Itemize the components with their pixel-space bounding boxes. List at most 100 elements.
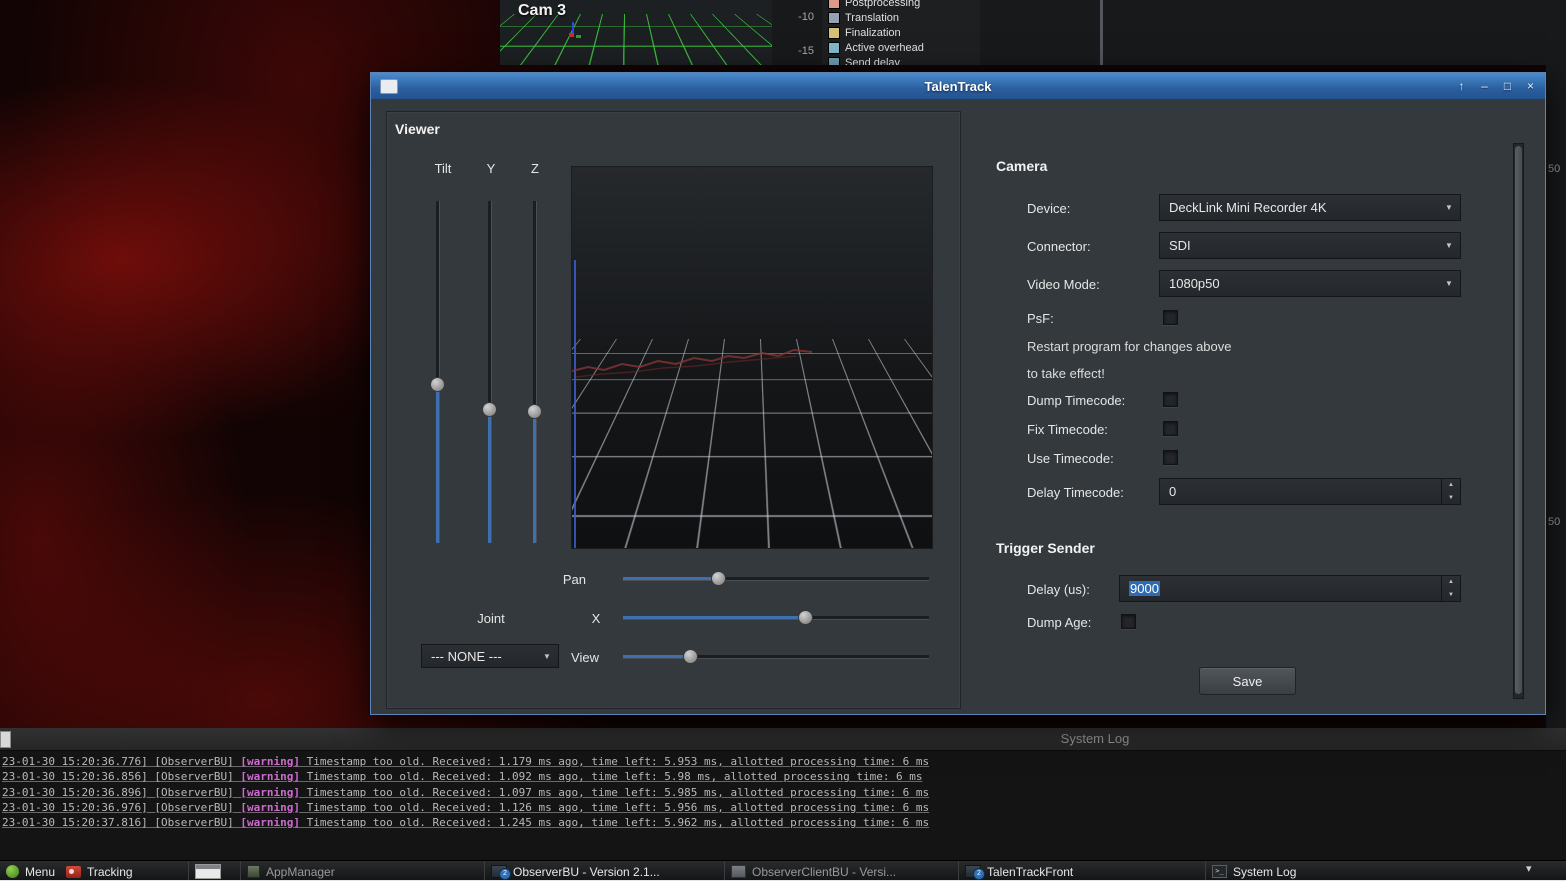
taskbar-observerclientbu-button[interactable]: ObserverClientBU - Versi... — [724, 861, 902, 881]
background-window-cam3: Cam 3 — [500, 0, 772, 65]
z-slider-knob[interactable] — [527, 404, 542, 419]
dump-timecode-checkbox[interactable] — [1163, 392, 1178, 407]
spin-down-icon[interactable]: ▼ — [1442, 589, 1460, 602]
tracking-trace — [572, 167, 933, 549]
taskbar-systemlog-button[interactable]: >_ System Log — [1205, 861, 1302, 881]
legend-label: Active overhead — [845, 42, 924, 54]
maximize-icon[interactable]: □ — [1499, 78, 1516, 95]
save-button[interactable]: Save — [1199, 667, 1296, 695]
keep-above-icon[interactable]: ↑ — [1453, 78, 1470, 95]
video-mode-select[interactable]: 1080p50 ▼ — [1159, 270, 1461, 297]
device-select[interactable]: DeckLink Mini Recorder 4K ▼ — [1159, 194, 1461, 221]
legend-swatch — [828, 12, 840, 24]
joint-select[interactable]: --- NONE --- ▼ — [421, 644, 559, 668]
y-slider-fill — [488, 410, 491, 543]
x-slider-knob[interactable] — [798, 610, 813, 625]
connector-select-value: SDI — [1160, 238, 1438, 253]
spin-up-icon[interactable]: ▲ — [1442, 479, 1460, 492]
pan-slider-knob[interactable] — [711, 571, 726, 586]
video-mode-label: Video Mode: — [1027, 277, 1100, 292]
trigger-delay-value: 9000 — [1129, 581, 1160, 596]
warning-badge: [warning] — [240, 755, 300, 768]
y-slider-knob[interactable] — [482, 402, 497, 417]
tilt-slider[interactable] — [430, 201, 446, 543]
taskbar-menu-button[interactable]: Menu — [0, 861, 61, 881]
terminal-icon: >_ — [1212, 865, 1227, 878]
psf-checkbox[interactable] — [1163, 310, 1178, 325]
spin-up-icon[interactable]: ▲ — [1442, 576, 1460, 589]
trigger-sender-title: Trigger Sender — [996, 540, 1095, 556]
taskbar-item-label: ObserverClientBU - Versi... — [752, 865, 896, 879]
log-line: 23-01-30 15:20:36.896] [ObserverBU] [war… — [2, 785, 1566, 800]
legend-swatch — [828, 27, 840, 39]
fix-timecode-label: Fix Timecode: — [1027, 422, 1108, 437]
tilt-slider-fill — [436, 384, 439, 543]
close-icon[interactable]: × — [1522, 78, 1539, 95]
use-timecode-label: Use Timecode: — [1027, 451, 1114, 466]
taskbar-item-label: Tracking — [87, 865, 133, 879]
x-slider[interactable] — [623, 610, 929, 626]
taskbar-item-label: TalenTrackFront — [987, 865, 1073, 879]
cam3-label: Cam 3 — [518, 2, 566, 20]
tilt-slider-knob[interactable] — [430, 377, 445, 392]
badge: 2 — [499, 868, 511, 880]
taskbar-tracking-button[interactable]: Tracking — [60, 861, 139, 881]
view-slider[interactable] — [623, 649, 929, 665]
pan-label: Pan — [541, 572, 586, 587]
taskbar-item-label: ObserverBU - Version 2.1... — [513, 865, 660, 879]
taskbar-item-label: System Log — [1233, 865, 1296, 879]
system-log-window: System Log 23-01-30 15:20:36.776] [Obser… — [0, 728, 1566, 860]
pan-slider-fill — [623, 577, 718, 580]
viewer-3d-viewport[interactable] — [571, 166, 933, 549]
delay-timecode-label: Delay Timecode: — [1027, 485, 1124, 500]
taskbar-appmanager-button[interactable]: AppManager — [240, 861, 341, 881]
window-thumbnail-icon — [195, 864, 221, 879]
delay-timecode-spinbox[interactable]: 0 ▲ ▼ — [1159, 478, 1461, 505]
z-slider-fill — [533, 412, 536, 543]
talentrackfront-icon: 2 — [965, 865, 981, 878]
window-titlebar[interactable]: TalenTrack ↑ – □ × — [371, 73, 1545, 99]
menu-icon — [6, 865, 19, 878]
log-line: 23-01-30 15:20:36.856] [ObserverBU] [war… — [2, 769, 1566, 784]
talentrack-window: TalenTrack ↑ – □ × Viewer Tilt Y Z — [370, 72, 1546, 715]
cam3-axis-y — [576, 35, 581, 38]
camera-section-title: Camera — [996, 158, 1047, 174]
cam3-grid — [500, 14, 772, 65]
system-log-titlebar[interactable]: System Log — [0, 728, 1566, 751]
taskbar-item-label: Menu — [25, 865, 55, 879]
log-line: 23-01-30 15:20:36.976] [ObserverBU] [war… — [2, 800, 1566, 815]
background-chart-axis: -10 -15 — [772, 0, 822, 65]
taskbar-observerbu-button[interactable]: 2 ObserverBU - Version 2.1... — [484, 861, 666, 881]
use-timecode-checkbox[interactable] — [1163, 450, 1178, 465]
joint-label: Joint — [466, 611, 516, 626]
legend-label: Finalization — [845, 27, 901, 39]
systray-expander-icon[interactable]: ▾ — [1526, 862, 1532, 875]
dump-age-label: Dump Age: — [1027, 615, 1091, 630]
chevron-down-icon: ▼ — [1438, 241, 1460, 250]
minimize-icon[interactable]: – — [1476, 78, 1493, 95]
dump-age-checkbox[interactable] — [1121, 614, 1136, 629]
legend-item: Send delay — [828, 56, 900, 65]
view-label: View — [565, 650, 605, 665]
pan-slider[interactable] — [623, 571, 929, 587]
connector-select[interactable]: SDI ▼ — [1159, 232, 1461, 259]
legend-swatch — [828, 0, 840, 9]
settings-scrollbar[interactable] — [1513, 143, 1524, 699]
z-slider-label: Z — [515, 161, 555, 176]
z-slider[interactable] — [527, 201, 543, 543]
y-slider[interactable] — [482, 201, 498, 543]
chart-tick: -10 — [798, 11, 814, 23]
taskbar: Menu Tracking AppManager 2 ObserverBU - … — [0, 860, 1566, 881]
settings-scrollbar-handle[interactable] — [1515, 146, 1522, 694]
legend-swatch — [828, 57, 840, 65]
x-label: X — [576, 611, 616, 626]
view-slider-knob[interactable] — [683, 649, 698, 664]
legend-label: Postprocessing — [845, 0, 920, 9]
system-log-output: 23-01-30 15:20:36.776] [ObserverBU] [war… — [0, 750, 1566, 860]
trigger-delay-spinbox[interactable]: 9000 ▲ ▼ — [1119, 575, 1461, 602]
taskbar-window-thumbnail-button[interactable] — [188, 861, 227, 881]
spin-down-icon[interactable]: ▼ — [1442, 492, 1460, 505]
background-edge-strip: 50 50 — [1546, 65, 1566, 728]
fix-timecode-checkbox[interactable] — [1163, 421, 1178, 436]
taskbar-talentrackfront-button[interactable]: 2 TalenTrackFront — [958, 861, 1079, 881]
